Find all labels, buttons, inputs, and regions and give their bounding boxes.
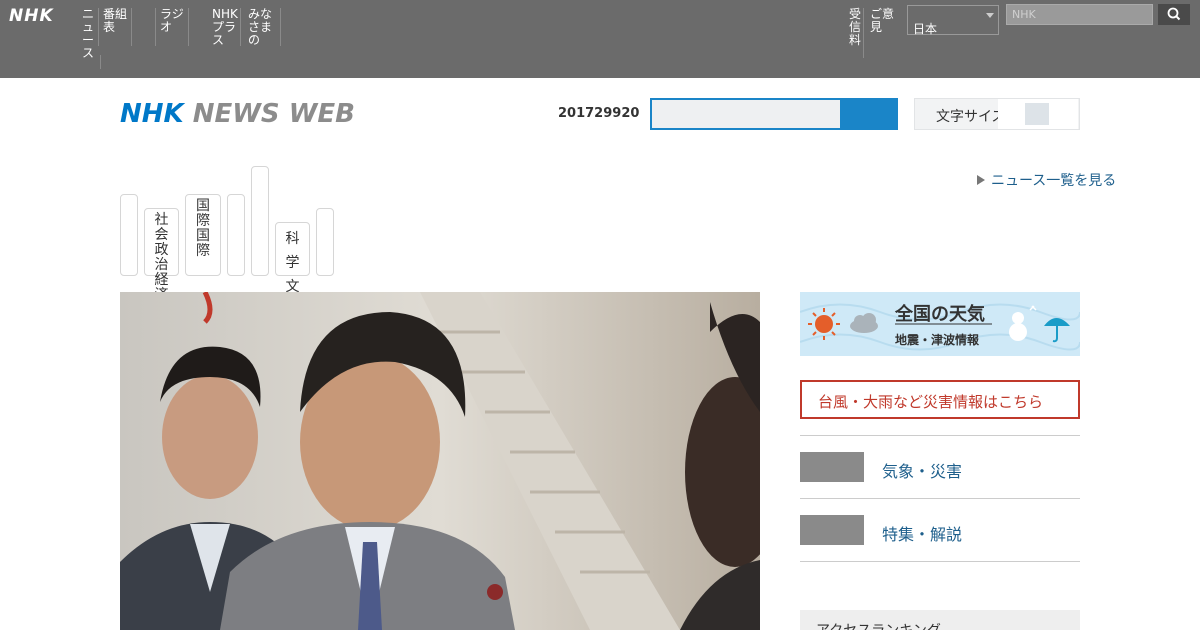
more-news-label: ニュース一覧を見る bbox=[991, 173, 1117, 189]
sidebar-link-thumbnail[interactable] bbox=[800, 515, 864, 545]
category-tab[interactable]: 社会政治経済 bbox=[144, 208, 179, 303]
global-nav-item[interactable]: NHKプラス bbox=[212, 8, 241, 47]
text-size-label: 文字サイズ bbox=[936, 109, 1006, 125]
news-photo bbox=[120, 292, 760, 630]
snowman-icon bbox=[1009, 305, 1037, 341]
brand-nhk: NHK bbox=[120, 99, 184, 129]
nhk-search-button[interactable] bbox=[1158, 4, 1190, 25]
triangle-right-icon bbox=[977, 175, 985, 185]
sidebar-link[interactable]: 特集・解説 bbox=[882, 521, 962, 545]
weather-title: 全国の天気 bbox=[895, 304, 985, 325]
disaster-alert-box[interactable]: 台風・大雨など災害情報はこちら bbox=[800, 380, 1080, 419]
nhk-search-input[interactable]: NHK bbox=[1006, 4, 1153, 25]
category-tab[interactable] bbox=[120, 194, 138, 276]
sidebar-link-thumbnail[interactable] bbox=[800, 452, 864, 482]
sidebar-divider bbox=[800, 435, 1080, 436]
category-tab[interactable] bbox=[227, 194, 245, 276]
nhk-logo[interactable]: NHK bbox=[9, 6, 54, 26]
chevron-down-icon bbox=[986, 13, 994, 18]
text-size-toggle-knob bbox=[1025, 103, 1049, 125]
brand-news-web: NEWS WEB bbox=[192, 99, 355, 129]
utility-link[interactable]: ご意見 bbox=[870, 8, 904, 58]
date-label: 201729920 bbox=[558, 106, 640, 121]
category-tab[interactable] bbox=[251, 166, 269, 276]
sidebar-divider bbox=[800, 561, 1080, 562]
global-nav-item[interactable]: ラジオ bbox=[160, 8, 189, 46]
nav-divider bbox=[100, 55, 101, 69]
more-news-link[interactable]: ニュース一覧を見る bbox=[977, 170, 1116, 190]
sidebar-divider bbox=[800, 498, 1080, 499]
search-icon bbox=[1167, 7, 1181, 21]
category-tab[interactable]: 科学文化 bbox=[275, 222, 310, 319]
hero-news-image[interactable] bbox=[120, 292, 760, 630]
language-select[interactable]: 日本 bbox=[907, 5, 999, 36]
global-nav-item[interactable]: ニュース bbox=[82, 8, 99, 60]
ranking-heading: アクセスランキング bbox=[800, 610, 1080, 630]
text-size-toggle[interactable] bbox=[998, 99, 1078, 129]
utility-link[interactable]: 受信料 bbox=[849, 8, 864, 58]
language-select-value: 日本 bbox=[913, 22, 938, 36]
global-nav-item[interactable]: 番組表 bbox=[103, 8, 132, 46]
sidebar-link[interactable]: 気象・災害 bbox=[882, 458, 962, 482]
nhk-news-web-logo[interactable]: NHK NEWS WEB bbox=[120, 99, 355, 131]
weather-banner[interactable]: 全国の天気 地震・津波情報 bbox=[800, 292, 1080, 356]
global-nav-item[interactable] bbox=[139, 8, 156, 46]
nhk-global-header: NHK ニュース 番組表 ラジオ NHKプラス みなさまの 受信料 ご意見 日本… bbox=[0, 0, 1200, 78]
global-nav-item[interactable]: みなさまの bbox=[248, 8, 281, 47]
cloud-icon bbox=[850, 313, 878, 333]
category-tab[interactable]: 国際国際 bbox=[185, 194, 221, 276]
umbrella-icon bbox=[1044, 318, 1070, 343]
site-search-button[interactable] bbox=[840, 98, 898, 130]
weather-subtitle: 地震・津波情報 bbox=[895, 333, 980, 347]
category-tab[interactable] bbox=[316, 208, 334, 276]
